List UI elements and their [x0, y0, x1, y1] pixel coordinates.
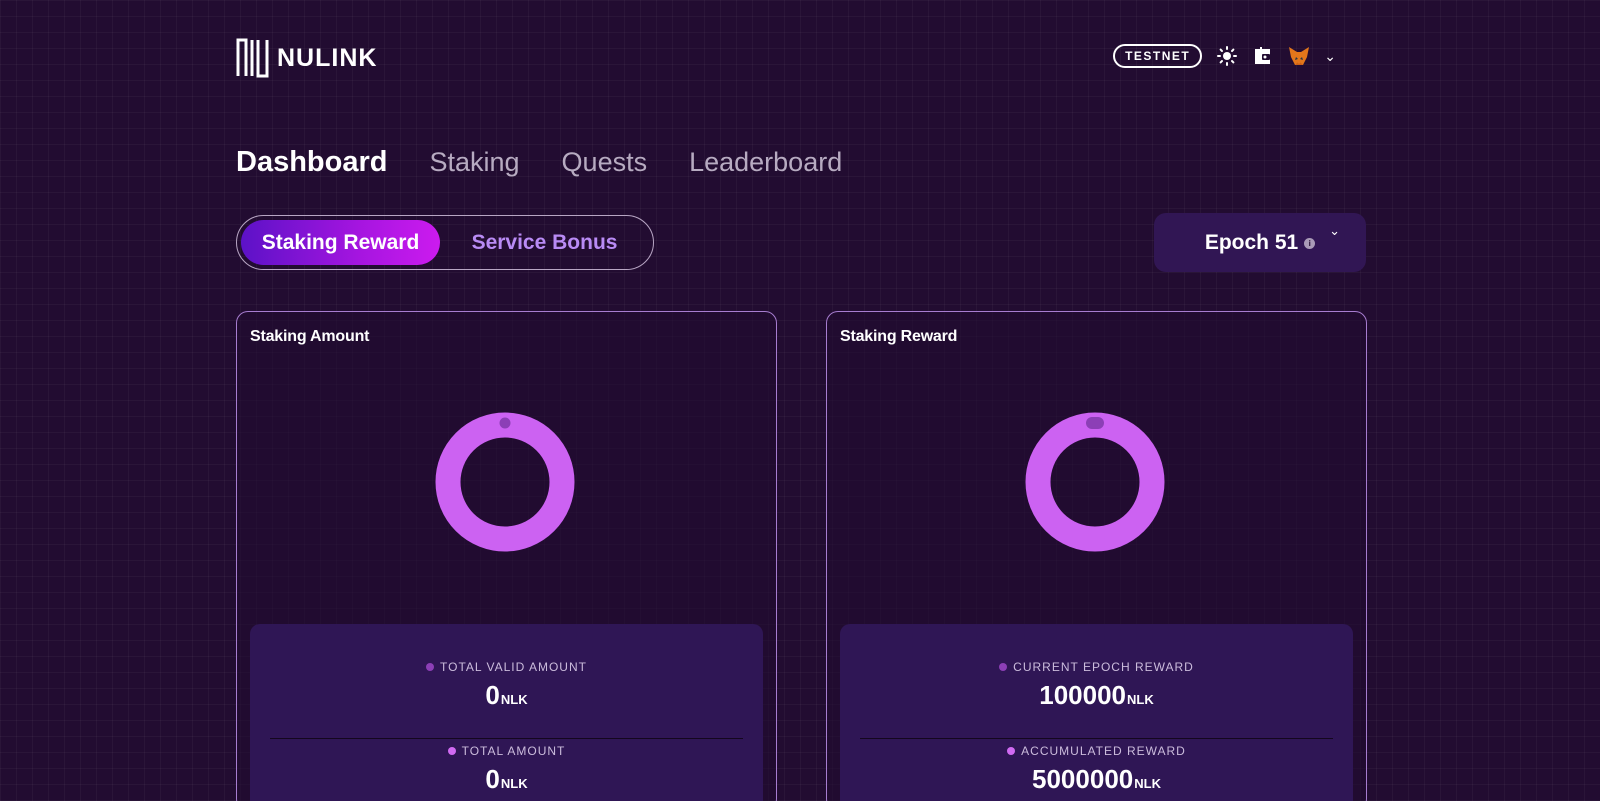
sun-icon[interactable] [1216, 45, 1238, 67]
legend-dot [447, 747, 456, 755]
stat-unit: NLK [1134, 776, 1161, 791]
stat-value: 0 [485, 764, 500, 794]
stat-value: 0 [485, 680, 500, 710]
stat-value: 5000000 [1032, 764, 1134, 794]
legend-dot [1007, 747, 1016, 755]
stat-unit: NLK [500, 776, 528, 791]
tab-dashboard[interactable]: Dashboard [236, 146, 387, 179]
stat-label: TOTAL VALID AMOUNT [440, 660, 587, 674]
service-bonus-button[interactable]: Service Bonus [440, 220, 649, 265]
stat-label: CURRENT EPOCH REWARD [1013, 660, 1194, 674]
staking-reward-card: Staking Reward CURRENT EPOCH REWARD 1000… [826, 311, 1367, 801]
tab-staking[interactable]: Staking [429, 147, 519, 178]
info-icon[interactable]: i [1304, 238, 1316, 249]
tab-quests[interactable]: Quests [562, 147, 648, 178]
account-chevron-down-icon[interactable]: ⌄ [1324, 48, 1336, 65]
staking-amount-donut [435, 412, 575, 552]
chevron-down-icon: ⌄ [1329, 223, 1340, 238]
stat-total-amount: TOTAL AMOUNT 0NLK [250, 744, 763, 795]
legend-dot [426, 663, 435, 671]
divider [860, 738, 1333, 739]
wallet-icon[interactable] [1252, 45, 1274, 67]
metamask-fox-icon[interactable] [1288, 45, 1310, 67]
staking-amount-card: Staking Amount TOTAL VALID AMOUNT 0NLK T… [236, 311, 777, 801]
staking-reward-button[interactable]: Staking Reward [241, 220, 441, 265]
stat-label: TOTAL AMOUNT [461, 744, 566, 758]
main-nav: Dashboard Staking Quests Leaderboard [236, 146, 842, 179]
stat-current-epoch-reward: CURRENT EPOCH REWARD 100000NLK [840, 660, 1353, 711]
stat-label: ACCUMULATED REWARD [1021, 744, 1186, 758]
staking-reward-stats: CURRENT EPOCH REWARD 100000NLK ACCUMULAT… [840, 624, 1353, 801]
card-title: Staking Amount [250, 328, 370, 345]
epoch-select[interactable]: Epoch 51 i ⌄ [1154, 213, 1366, 272]
network-badge[interactable]: TESTNET [1113, 44, 1203, 68]
nulink-logo[interactable]: NULINK [236, 38, 377, 78]
stat-accumulated-reward: ACCUMULATED REWARD 5000000NLK [840, 744, 1353, 795]
divider [270, 738, 743, 739]
stat-value: 100000 [1039, 680, 1127, 710]
tab-leaderboard[interactable]: Leaderboard [689, 147, 842, 178]
staking-amount-stats: TOTAL VALID AMOUNT 0NLK TOTAL AMOUNT 0NL… [250, 624, 763, 801]
nulink-logo-icon [236, 38, 269, 78]
epoch-label: Epoch 51 [1204, 230, 1299, 254]
logo-text: NULINK [277, 43, 378, 72]
staking-reward-donut [1025, 412, 1165, 552]
stat-unit: NLK [1127, 692, 1154, 707]
stat-unit: NLK [500, 692, 528, 707]
reward-type-toggle: Staking Reward Service Bonus [236, 215, 654, 270]
legend-dot [999, 663, 1008, 671]
card-title: Staking Reward [840, 328, 958, 345]
stat-total-valid-amount: TOTAL VALID AMOUNT 0NLK [250, 660, 763, 711]
header-actions: TESTNET ⌄ [1113, 44, 1336, 68]
